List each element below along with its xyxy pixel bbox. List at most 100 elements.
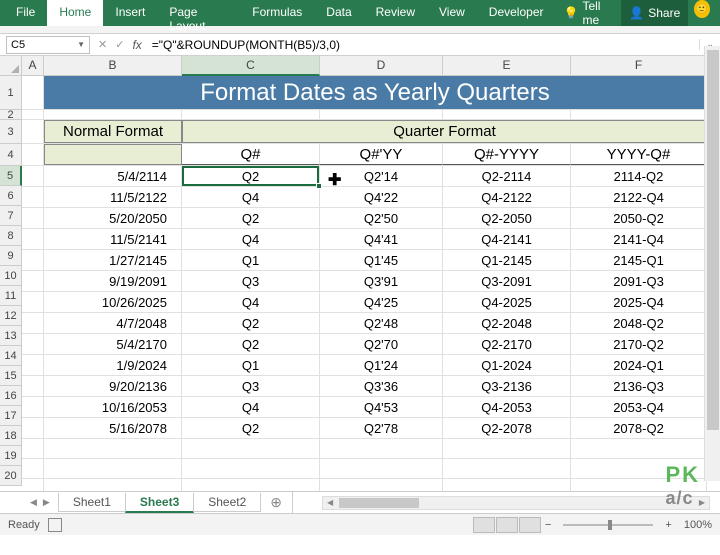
cell-b7[interactable]: 5/20/2050 [44,208,182,228]
row-header-5[interactable]: 5 [0,166,22,186]
cell-c16[interactable]: Q4 [182,397,320,417]
row-header-14[interactable]: 14 [0,346,22,366]
cell-d17[interactable]: Q2'78 [320,418,443,438]
cell-a9[interactable] [22,250,44,270]
normal-format-header[interactable]: Normal Format [44,120,182,143]
cell-d16[interactable]: Q4'53 [320,397,443,417]
cell-c18[interactable] [182,439,320,458]
cell-b14[interactable]: 1/9/2024 [44,355,182,375]
cell-c8[interactable]: Q4 [182,229,320,249]
cell-f8[interactable]: 2141-Q4 [571,229,707,249]
cell-b5[interactable]: 5/4/2114 [44,166,182,186]
cell-f9[interactable]: 2145-Q1 [571,250,707,270]
cell-e12[interactable]: Q2-2048 [443,313,571,333]
cell-e2[interactable] [443,110,571,119]
cell-b15[interactable]: 9/20/2136 [44,376,182,396]
cell-b12[interactable]: 4/7/2048 [44,313,182,333]
cell-a7[interactable] [22,208,44,228]
enter-icon[interactable]: ✓ [115,38,124,51]
hscroll-left-icon[interactable]: ◀ [323,498,337,507]
fx-icon[interactable]: fx [132,38,141,52]
cell-b6[interactable]: 11/5/2122 [44,187,182,207]
cell-c2[interactable] [182,110,320,119]
cell-a15[interactable] [22,376,44,396]
cell-f11[interactable]: 2025-Q4 [571,292,707,312]
cell-b2[interactable] [44,110,182,119]
cell-f15[interactable]: 2136-Q3 [571,376,707,396]
cell-e11[interactable]: Q4-2025 [443,292,571,312]
cell-e10[interactable]: Q3-2091 [443,271,571,291]
cell-d13[interactable]: Q2'70 [320,334,443,354]
cell-c17[interactable]: Q2 [182,418,320,438]
col-header-f[interactable]: F [571,56,707,76]
cell-c12[interactable]: Q2 [182,313,320,333]
cell-d8[interactable]: Q4'41 [320,229,443,249]
row-header-7[interactable]: 7 [0,206,22,226]
cell-d11[interactable]: Q4'25 [320,292,443,312]
cell-d14[interactable]: Q1'24 [320,355,443,375]
cell-b16[interactable]: 10/16/2053 [44,397,182,417]
col-header-e[interactable]: E [443,56,571,76]
cell-c5[interactable]: Q2 [182,166,320,186]
tab-view[interactable]: View [427,0,477,26]
zoom-slider[interactable] [563,524,653,526]
row-header-15[interactable]: 15 [0,366,22,386]
cell-b9[interactable]: 1/27/2145 [44,250,182,270]
hscroll-thumb[interactable] [339,498,419,508]
cell-a11[interactable] [22,292,44,312]
quarter-format-header[interactable]: Quarter Format [182,120,707,143]
cell-a10[interactable] [22,271,44,291]
cell-f18[interactable] [571,439,707,458]
cell-b13[interactable]: 5/4/2170 [44,334,182,354]
col-header-d[interactable]: D [320,56,443,76]
cell-b18[interactable] [44,439,182,458]
cell-d9[interactable]: Q1'45 [320,250,443,270]
share-button[interactable]: 👤 Share [621,0,688,26]
cell-a5[interactable] [22,166,44,186]
cell-c20[interactable] [182,479,320,491]
col-header-c[interactable]: C [182,56,320,76]
cell-d2[interactable] [320,110,443,119]
cell-a17[interactable] [22,418,44,438]
cell-c15[interactable]: Q3 [182,376,320,396]
cell-a8[interactable] [22,229,44,249]
view-page-layout-button[interactable] [496,517,518,533]
cell-e18[interactable] [443,439,571,458]
tab-insert[interactable]: Insert [103,0,157,26]
cell-e8[interactable]: Q4-2141 [443,229,571,249]
cell-c9[interactable]: Q1 [182,250,320,270]
cell-a18[interactable] [22,439,44,458]
cell-d18[interactable] [320,439,443,458]
row-header-1[interactable]: 1 [0,76,22,110]
row-header-11[interactable]: 11 [0,286,22,306]
cell-b11[interactable]: 10/26/2025 [44,292,182,312]
cell-c13[interactable]: Q2 [182,334,320,354]
row-header-2[interactable]: 2 [0,110,22,120]
row-header-18[interactable]: 18 [0,426,22,446]
subhdr-qyy[interactable]: Q#'YY [320,144,443,165]
row-header-6[interactable]: 6 [0,186,22,206]
cell-e20[interactable] [443,479,571,491]
cell-e13[interactable]: Q2-2170 [443,334,571,354]
tab-formulas[interactable]: Formulas [240,0,314,26]
cell-e19[interactable] [443,459,571,478]
cell-b19[interactable] [44,459,182,478]
macro-record-icon[interactable] [48,518,62,532]
cell-d5[interactable]: Q2'14 [320,166,443,186]
cell-a14[interactable] [22,355,44,375]
cell-c11[interactable]: Q4 [182,292,320,312]
tab-review[interactable]: Review [364,0,427,26]
row-header-13[interactable]: 13 [0,326,22,346]
cell-b17[interactable]: 5/16/2078 [44,418,182,438]
tab-nav[interactable]: ◀▶ [22,497,58,508]
cancel-icon[interactable]: ✕ [98,38,107,51]
add-sheet-button[interactable]: ⊕ [260,494,292,511]
cell-d19[interactable] [320,459,443,478]
cell-a19[interactable] [22,459,44,478]
cell-a6[interactable] [22,187,44,207]
grid-body[interactable]: Format Dates as Yearly Quarters Normal F… [22,76,720,491]
cell-d15[interactable]: Q3'36 [320,376,443,396]
name-box[interactable]: C5 ▼ [6,36,90,54]
cell-e7[interactable]: Q2-2050 [443,208,571,228]
cell-f14[interactable]: 2024-Q1 [571,355,707,375]
